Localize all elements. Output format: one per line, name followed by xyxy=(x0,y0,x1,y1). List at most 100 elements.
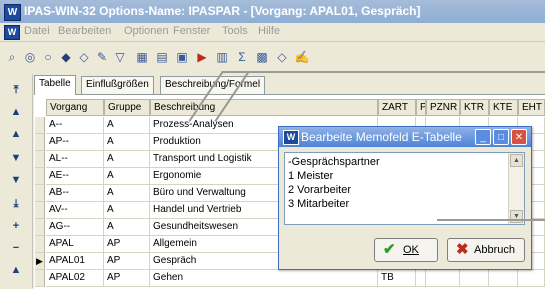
edit-icon[interactable]: ✎ xyxy=(94,49,110,65)
table-cell[interactable]: AL-- xyxy=(46,151,104,168)
export-icon[interactable]: ▶ xyxy=(194,49,210,65)
navigation-bar: ⤒ ▲ ▲ ▼ ▼ ⤓ + − ▲ xyxy=(0,74,33,288)
table-cell[interactable]: A xyxy=(104,134,150,151)
remove-icon[interactable]: − xyxy=(8,240,24,256)
row-selector[interactable] xyxy=(35,117,45,134)
table-cell[interactable]: A xyxy=(104,151,150,168)
sum-icon[interactable]: Σ xyxy=(234,49,250,65)
table-cell[interactable]: A xyxy=(104,219,150,236)
document-app-icon[interactable]: W xyxy=(4,25,20,40)
table-cell[interactable]: AB-- xyxy=(46,185,104,202)
close-button[interactable]: ✕ xyxy=(511,129,527,145)
check-icon: ✔ xyxy=(383,241,396,258)
table-cell[interactable]: APAL xyxy=(46,236,104,253)
filter-icon[interactable]: ◇ xyxy=(76,49,92,65)
zoom-icon[interactable]: ○ xyxy=(40,49,56,65)
table-cell[interactable]: TB xyxy=(378,270,416,287)
diamond-icon[interactable]: ◆ xyxy=(58,49,74,65)
table-cell[interactable]: APAL01 xyxy=(46,253,104,270)
row-selector[interactable] xyxy=(35,168,45,185)
row-selector[interactable] xyxy=(35,185,45,202)
row-selector[interactable] xyxy=(35,151,45,168)
up-icon[interactable]: ▲ xyxy=(8,262,24,278)
column-header-beschreibung[interactable]: Beschreibung xyxy=(150,99,378,116)
table-cell[interactable]: A xyxy=(104,202,150,219)
column-header-zart[interactable]: ZART xyxy=(378,99,416,116)
column-header-gruppe[interactable]: Gruppe xyxy=(104,99,150,116)
menu-fenster[interactable]: Fenster xyxy=(173,25,210,37)
prev-icon[interactable]: ▲ xyxy=(8,126,24,142)
first-icon[interactable]: ⤒ xyxy=(8,82,24,98)
table-cell[interactable]: A xyxy=(104,117,150,134)
table-cell[interactable]: A xyxy=(104,185,150,202)
table-cell[interactable]: AG-- xyxy=(46,219,104,236)
document-icon[interactable]: ▥ xyxy=(214,49,230,65)
table-cell[interactable] xyxy=(416,270,426,287)
search-icon[interactable]: ⌕ xyxy=(4,49,20,65)
prev-page-icon[interactable]: ▲ xyxy=(8,104,24,120)
funnel-icon[interactable]: ▽ xyxy=(112,49,128,65)
cancel-button[interactable]: ✖ Abbruch xyxy=(447,238,525,262)
row-selector[interactable] xyxy=(35,219,45,236)
row-selector[interactable]: ▶ xyxy=(35,253,45,270)
maximize-button[interactable]: □ xyxy=(493,129,509,145)
dialog-app-icon: W xyxy=(283,130,299,145)
tab-einflussgroessen[interactable]: Einflußgrößen xyxy=(81,76,154,94)
ok-button[interactable]: ✔ OK xyxy=(374,238,438,262)
annotation-line xyxy=(222,71,545,73)
row-selector[interactable] xyxy=(35,134,45,151)
minimize-button[interactable]: _ xyxy=(475,129,491,145)
tag-icon[interactable]: ◇ xyxy=(274,49,290,65)
tab-tabelle[interactable]: Tabelle xyxy=(34,75,76,95)
column-header-pznr[interactable]: PZNR xyxy=(426,99,460,116)
menu-datei[interactable]: Datei xyxy=(24,25,50,37)
table-cell[interactable]: A xyxy=(104,168,150,185)
last-icon[interactable]: ⤓ xyxy=(8,196,24,212)
column-header-ktr[interactable]: KTR xyxy=(460,99,489,116)
report-icon[interactable]: ▣ xyxy=(174,49,190,65)
memo-line: 1 Meister xyxy=(288,170,334,182)
column-header-eht[interactable]: EHT xyxy=(518,99,545,116)
pen-icon[interactable]: ✍ xyxy=(294,49,310,65)
annotation-line xyxy=(437,219,545,221)
scroll-down-icon[interactable]: ▼ xyxy=(510,210,523,223)
table-cell[interactable]: AP-- xyxy=(46,134,104,151)
table-row[interactable]: APAL02 AP Gehen TB xyxy=(34,270,545,287)
table-cell[interactable]: A-- xyxy=(46,117,104,134)
grid-icon[interactable]: ▦ xyxy=(134,49,150,65)
table-cell[interactable]: APAL02 xyxy=(46,270,104,287)
binoculars-icon[interactable]: ◎ xyxy=(22,49,38,65)
menu-hilfe[interactable]: Hilfe xyxy=(258,25,280,37)
table-cell[interactable]: AP xyxy=(104,236,150,253)
dialog-titlebar[interactable]: W Bearbeite Memofeld E-Tabelle _ □ ✕ xyxy=(279,127,531,147)
table-cell[interactable]: AP xyxy=(104,270,150,287)
column-header-p[interactable]: P xyxy=(416,99,426,116)
memo-line: 2 Vorarbeiter xyxy=(288,184,351,196)
window-title: IPAS-WIN-32 Options-Name: IPASPAR - [Vor… xyxy=(24,4,421,18)
window-titlebar[interactable]: W IPAS-WIN-32 Options-Name: IPASPAR - [V… xyxy=(0,0,545,23)
column-header-vorgang[interactable]: Vorgang xyxy=(46,99,104,116)
add-icon[interactable]: + xyxy=(8,218,24,234)
scroll-up-icon[interactable]: ▲ xyxy=(510,154,523,167)
next-page-icon[interactable]: ▼ xyxy=(8,172,24,188)
row-selector[interactable] xyxy=(35,202,45,219)
memo-textarea[interactable]: -Gesprächspartner 1 Meister 2 Vorarbeite… xyxy=(284,152,525,225)
row-selector[interactable] xyxy=(35,270,45,287)
table-cell[interactable] xyxy=(518,270,545,287)
table-cell[interactable] xyxy=(426,270,460,287)
table-icon[interactable]: ▤ xyxy=(154,49,170,65)
menu-bearbeiten[interactable]: Bearbeiten xyxy=(58,25,111,37)
table-cell[interactable]: AP xyxy=(104,253,150,270)
memo-scrollbar[interactable]: ▲ ▼ xyxy=(508,153,524,224)
table-cell[interactable] xyxy=(489,270,518,287)
table-cell[interactable]: Gehen xyxy=(150,270,378,287)
next-icon[interactable]: ▼ xyxy=(8,150,24,166)
menu-optionen[interactable]: Optionen xyxy=(124,25,169,37)
table-cell[interactable] xyxy=(460,270,489,287)
column-header-kte[interactable]: KTE xyxy=(489,99,518,116)
table-cell[interactable]: AE-- xyxy=(46,168,104,185)
table-cell[interactable]: AV-- xyxy=(46,202,104,219)
spreadsheet-icon[interactable]: ▩ xyxy=(254,49,270,65)
menu-tools[interactable]: Tools xyxy=(222,25,248,37)
row-selector[interactable] xyxy=(35,236,45,253)
